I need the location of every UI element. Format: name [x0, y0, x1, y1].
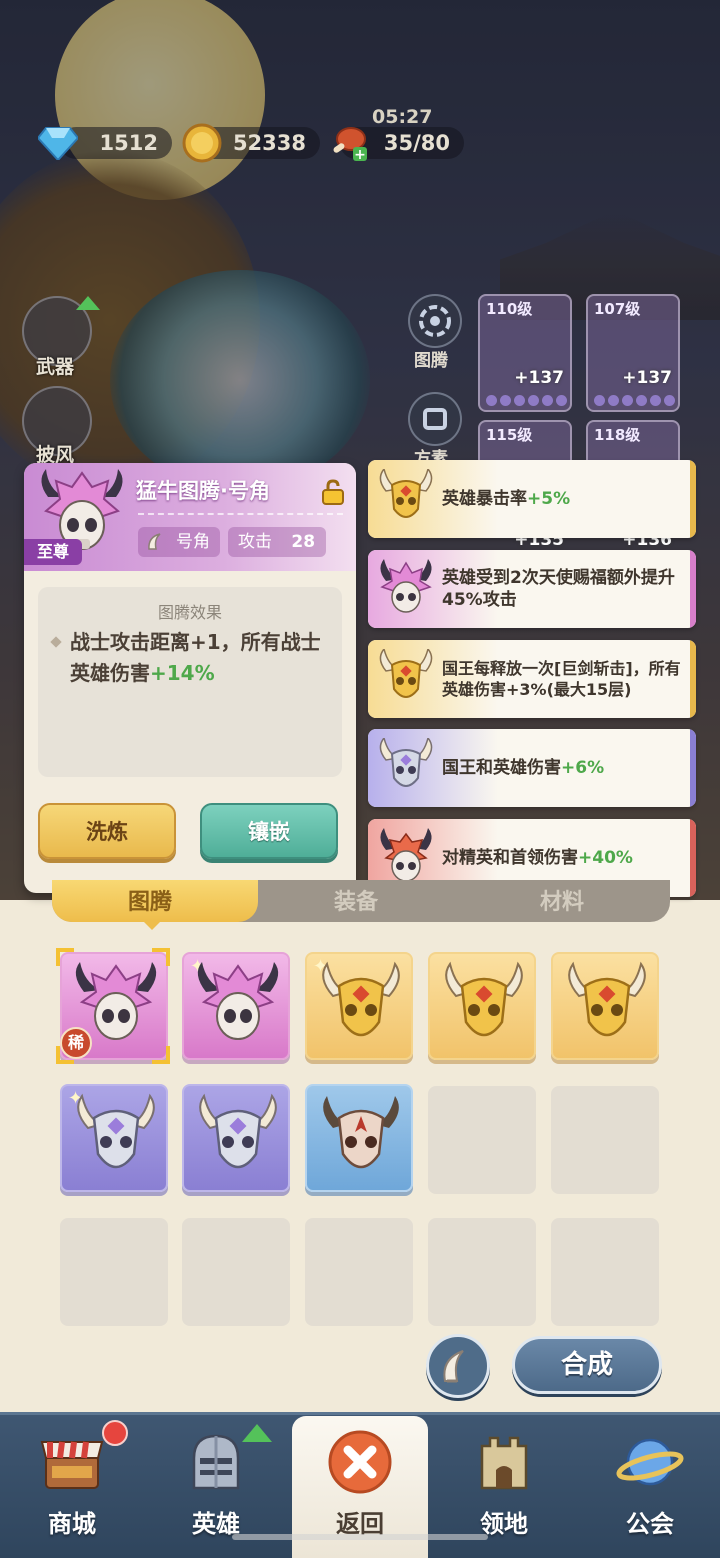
bull-skull-silver-icon [379, 738, 433, 787]
inventory-item[interactable]: ✦ [60, 1084, 168, 1192]
bull-skull-silver-icon [199, 1093, 277, 1169]
attack-stat-pill: 攻击 28 [228, 527, 326, 557]
tab-equipment[interactable]: 装备 [334, 884, 378, 916]
empty-slot [428, 1218, 536, 1326]
attack-stat-label: 攻击 [238, 532, 272, 552]
equipped-level: 118级 [594, 426, 641, 444]
slot-type-label: 号角 [176, 532, 210, 552]
totem-detail-panel: 猛牛图腾·号角 号角 攻击 28 至尊 图腾效果 战士攻击距离+1，所有战士英雄… [24, 463, 356, 893]
empty-slot [551, 1086, 659, 1194]
upgrade-arrow-icon [242, 1424, 272, 1442]
planet-icon [616, 1438, 684, 1486]
effect-bullet-icon [50, 636, 62, 648]
inventory-item[interactable] [305, 1084, 413, 1192]
effect-row-1[interactable]: 英雄暴击率+5% [368, 460, 696, 538]
equipped-gem-slots [486, 395, 567, 406]
equipped-level: 115级 [486, 426, 533, 444]
tab-material[interactable]: 材料 [540, 884, 584, 916]
nav-guild[interactable]: 公会 [578, 1418, 720, 1558]
totem-menu-label: 图腾 [414, 351, 448, 371]
equipped-totem-2[interactable]: 107级 +137 [586, 294, 680, 412]
bull-skull-red-icon [380, 828, 432, 882]
knight-helmet-icon [192, 1434, 240, 1490]
refine-button[interactable]: 洗炼 [38, 803, 176, 859]
effect-row-3[interactable]: 国王每释放一次[巨剑斩击]，所有英雄伤害+3%(最大15层) [368, 640, 696, 718]
rare-badge: 稀 [60, 1027, 92, 1059]
rank-badge: 至尊 [24, 539, 82, 565]
selection-corner [56, 948, 74, 966]
empty-slot [305, 1218, 413, 1326]
nav-guild-label: 公会 [626, 1510, 674, 1538]
horn-icon [443, 1350, 464, 1383]
effect-text: 国王每释放一次[巨剑斩击]，所有英雄伤害+3%(最大15层) [442, 659, 681, 699]
empty-slot [428, 1086, 536, 1194]
lock-icon[interactable] [320, 479, 346, 505]
combine-button[interactable]: 合成 [512, 1336, 662, 1394]
effect-text: 国王和英雄伤害+6% [442, 758, 605, 778]
inventory-item[interactable]: ✦ [182, 952, 290, 1060]
bull-skull-gold-icon [379, 649, 433, 698]
equipped-plus: +137 [514, 368, 564, 388]
selection-corner [152, 948, 170, 966]
tab-totem-label: 图腾 [128, 890, 173, 915]
upgrade-arrow-icon [76, 296, 100, 310]
tab-pointer [142, 920, 162, 930]
effect-description-value: +14% [150, 661, 215, 685]
shop-stall-icon [40, 1441, 104, 1489]
effect-header: 图腾效果 [157, 603, 222, 622]
horn-icon [148, 533, 161, 550]
castle-tower-icon [480, 1436, 528, 1490]
empty-slot [60, 1218, 168, 1326]
bull-skull-purple-icon [380, 559, 432, 613]
inventory-item[interactable]: ✦ [305, 952, 413, 1060]
stamina-timer: 05:27 [372, 106, 433, 128]
svg-text:+: + [354, 147, 366, 163]
equipped-level: 110级 [486, 300, 533, 318]
title-divider [138, 513, 343, 515]
secondary-menu-button[interactable] [408, 392, 462, 446]
empty-slot [182, 1218, 290, 1326]
bull-skull-red-icon [323, 1096, 399, 1169]
equipped-gem-slots [594, 395, 675, 406]
meat-stamina-icon[interactable]: + [326, 121, 370, 165]
totem-icon [419, 305, 451, 337]
effect-row-2[interactable]: 英雄受到2次天使赐福额外提升45%攻击 [368, 550, 696, 628]
attack-stat-value: 28 [291, 532, 316, 552]
totem-title: 猛牛图腾·号角 [136, 479, 270, 503]
totem-effect-box: 图腾效果 战士攻击距离+1，所有战士英雄伤害+14% [38, 587, 342, 777]
gem-icon [36, 121, 80, 165]
totem-menu-button[interactable] [408, 294, 462, 348]
weapon-slot-label: 武器 [36, 356, 75, 378]
bull-skull-purple-icon [197, 962, 279, 1040]
effect-text: 英雄受到2次天使赐福额外提升45%攻击 [442, 568, 675, 610]
slot-type-pill: 号角 [138, 527, 220, 557]
selection-corner [152, 1046, 170, 1064]
home-indicator [232, 1534, 488, 1540]
equipped-totem-1[interactable]: 110级 +137 [478, 294, 572, 412]
bull-skull-silver-icon [77, 1093, 155, 1169]
gold-coin-icon [180, 121, 224, 165]
effect-row-4[interactable]: 国王和英雄伤害+6% [368, 729, 696, 807]
equipped-plus: +137 [622, 368, 672, 388]
close-icon [328, 1430, 392, 1494]
effect-description: 战士攻击距离+1，所有战士英雄伤害+14% [70, 627, 340, 689]
nav-shop-label: 商城 [48, 1510, 96, 1538]
empty-slot [551, 1218, 659, 1326]
inventory-item[interactable] [428, 952, 536, 1060]
effect-text: 英雄暴击率+5% [442, 489, 571, 509]
bull-skull-gold-icon [322, 961, 400, 1037]
notification-dot [102, 1420, 128, 1446]
bull-skull-gold-icon [379, 469, 433, 518]
inlay-button[interactable]: 镶嵌 [200, 803, 338, 859]
bull-skull-gold-icon [568, 961, 646, 1037]
box-icon [423, 408, 447, 430]
inventory-item[interactable] [182, 1084, 290, 1192]
bull-skull-gold-icon [445, 961, 523, 1037]
inventory-item[interactable] [551, 952, 659, 1060]
horn-filter-button[interactable] [426, 1334, 490, 1398]
equipped-level: 107级 [594, 300, 641, 318]
